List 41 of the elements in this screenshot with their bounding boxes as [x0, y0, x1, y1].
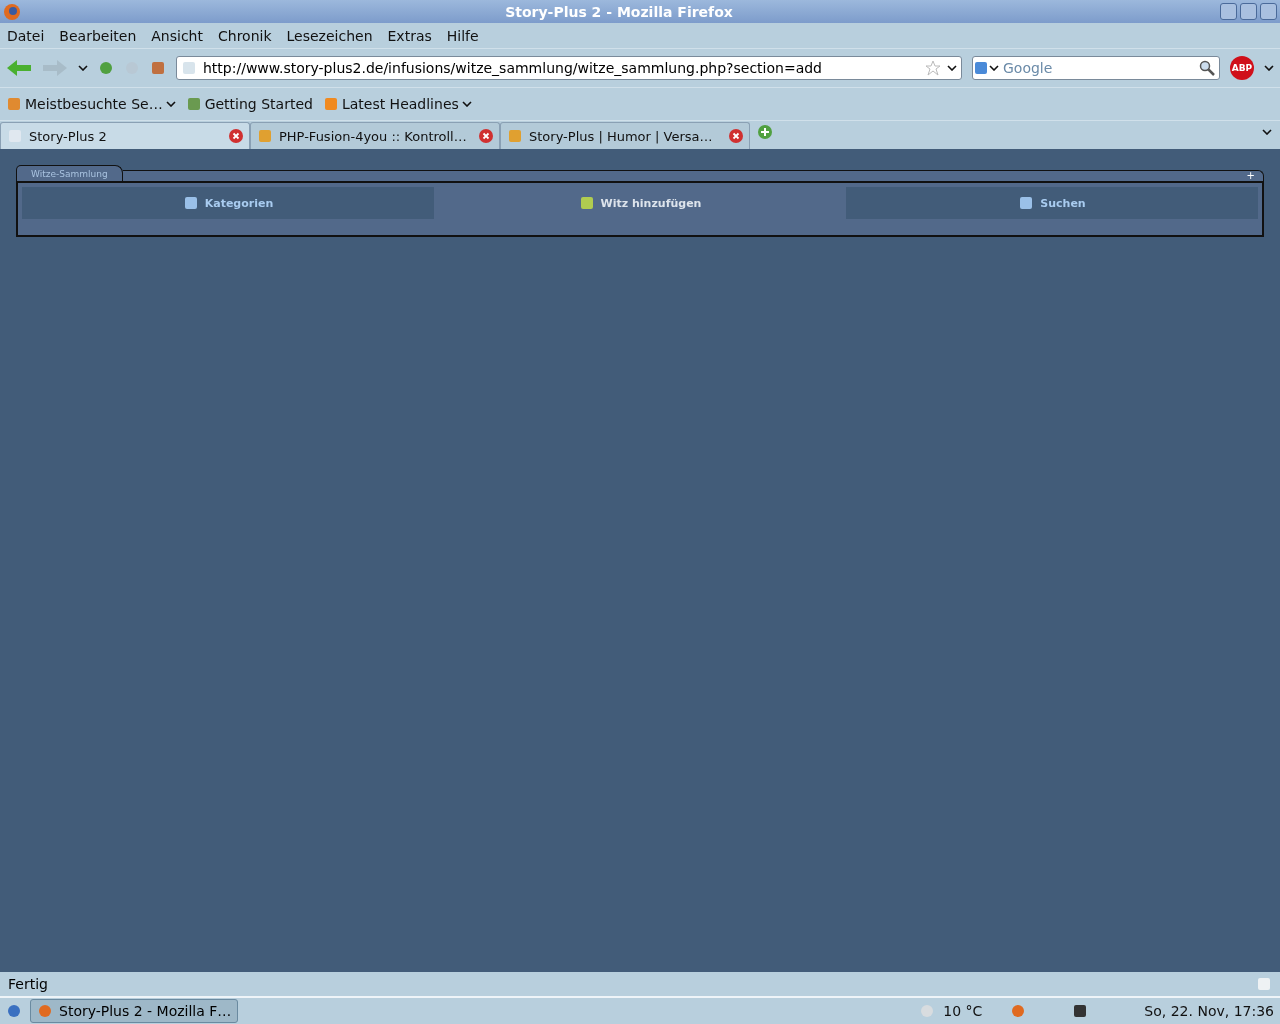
menu-item[interactable]: Chronik: [218, 27, 272, 44]
status-text: Fertig: [8, 976, 48, 992]
search-box[interactable]: Google: [972, 56, 1220, 80]
window-title: Story-Plus 2 - Mozilla Firefox: [504, 3, 734, 20]
menu-item[interactable]: Hilfe: [446, 27, 479, 44]
section-button[interactable]: Witz hinzufügen: [434, 187, 846, 219]
taskbar-task[interactable]: Story-Plus 2 - Mozilla F…: [30, 999, 239, 1023]
menu-item[interactable]: Ansicht: [151, 27, 203, 44]
bookmark-item[interactable]: Meistbesuchte Se…: [25, 96, 163, 112]
expand-toggle[interactable]: +: [1246, 171, 1255, 181]
close-button[interactable]: [1260, 3, 1277, 20]
close-tab-icon[interactable]: [479, 129, 493, 143]
dropdown-caret-icon[interactable]: [78, 65, 88, 71]
browser-tab[interactable]: Story-Plus | Humor | Versa…: [500, 122, 750, 149]
temperature-text: 10 °C: [943, 1003, 983, 1019]
section-button[interactable]: Kategorien: [22, 187, 434, 219]
adblock-button[interactable]: ABP: [1230, 56, 1254, 80]
dropdown-caret-icon[interactable]: [165, 101, 176, 107]
clock-text: So, 22. Nov, 17:36: [1144, 1003, 1274, 1019]
menu-item[interactable]: Datei: [7, 27, 45, 44]
browser-tab[interactable]: Story-Plus 2: [0, 122, 250, 149]
maximize-button[interactable]: [1240, 3, 1257, 20]
close-tab-icon[interactable]: [229, 129, 243, 143]
dropdown-caret-icon[interactable]: [1264, 65, 1274, 71]
tab-list-caret-icon[interactable]: [1262, 129, 1272, 135]
menu-item[interactable]: Bearbeiten: [59, 27, 137, 44]
close-tab-icon[interactable]: [729, 129, 743, 143]
browser-tab[interactable]: PHP-Fusion-4you :: Kontroll…: [250, 122, 500, 149]
new-tab-icon[interactable]: [758, 125, 772, 139]
address-field[interactable]: http://www.story-plus2.de/infusions/witze_sammlung/witze_sammlung.php?section=add: [176, 56, 962, 80]
address-text: http://www.story-plus2.de/infusions/witze_sammlung/witze_sammlung.php?section=add: [203, 60, 823, 76]
menu-item[interactable]: Lesezeichen: [286, 27, 373, 44]
dropdown-caret-icon[interactable]: [947, 65, 957, 71]
star-icon[interactable]: [925, 60, 941, 76]
bookmark-item[interactable]: Getting Started: [204, 96, 313, 112]
bookmark-item[interactable]: Latest Headlines: [341, 96, 459, 112]
dropdown-caret-icon[interactable]: [461, 101, 472, 107]
section-button[interactable]: Suchen: [846, 187, 1258, 219]
dropdown-caret-icon[interactable]: [989, 65, 999, 71]
menu-item[interactable]: Extras: [387, 27, 432, 44]
minimize-button[interactable]: [1220, 3, 1237, 20]
